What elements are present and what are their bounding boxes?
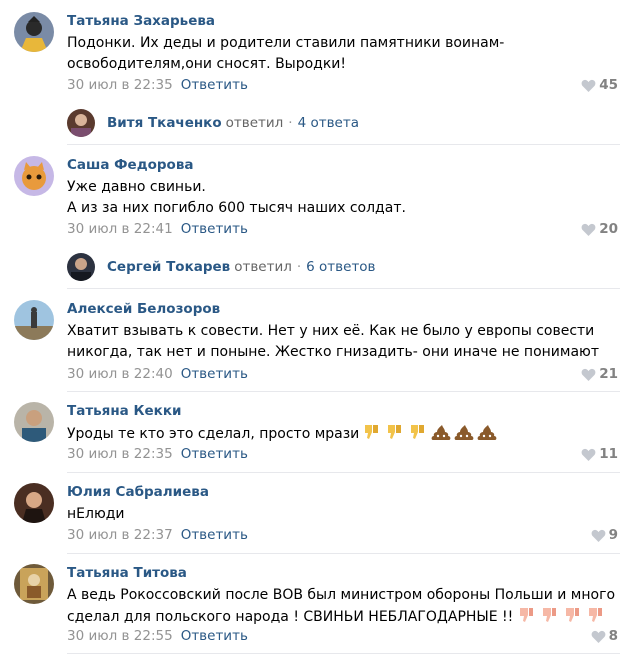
comment-author[interactable]: Татьяна Захарьева [67,13,215,29]
like-button[interactable]: 21 [581,366,618,382]
comment-date[interactable]: 30 июл в 22:41 [67,221,173,237]
avatar[interactable] [14,300,54,340]
thread-separator: · [288,115,293,131]
like-button[interactable]: 8 [591,628,618,644]
thread-author[interactable]: Витя Ткаченко [107,115,222,131]
comment-text-line: Уже давно свиньи. [67,179,206,195]
comment-date[interactable]: 30 июл в 22:37 [67,527,173,543]
comment-text-line: сделал для польского народа ! СВИНЬИ НЕБ… [67,606,607,628]
comment-text-line: Хватит взывать к совести. Нет у них её. … [67,323,595,339]
comment-date[interactable]: 30 июл в 22:35 [67,77,173,93]
comment-text-line: А из за них погибло 600 тысяч наших солд… [67,200,406,216]
comment-text-line: нЕлюди [67,506,125,522]
reply-button[interactable]: Ответить [181,77,248,93]
comment-text-line: Подонки. Их деды и родители ставили памя… [67,35,505,51]
thread-author[interactable]: Сергей Токарев [107,259,230,275]
like-count: 9 [608,527,618,543]
comment-date[interactable]: 30 июл в 22:35 [67,446,173,462]
avatar[interactable] [14,564,54,604]
avatar[interactable] [14,483,54,523]
comment-text-line: Уроды те кто это сделал, просто мрази [67,423,607,445]
reply-button[interactable]: Ответить [181,221,248,237]
like-button[interactable]: 9 [591,527,618,543]
avatar[interactable] [67,253,95,281]
like-button[interactable]: 11 [581,446,618,462]
heart-icon [581,223,596,236]
thumbs-down-emoji [385,423,405,441]
comment-text-line: никогда, так нет и поныне. Жестко гнизад… [67,344,599,360]
comment-meta: 30 июл в 22:37 Ответить [67,527,248,543]
divider [67,288,620,289]
reply-thread[interactable]: Сергей Токарев ответил · 6 ответов [67,252,376,282]
thumbs-down-emoji [562,606,582,624]
thumbs-down-emoji [516,606,536,624]
comment-meta: 30 июл в 22:35 Ответить [67,446,248,462]
like-count: 45 [599,77,618,93]
comment-text: Уроды те кто это сделал, просто мрази [67,426,360,442]
like-count: 11 [599,446,618,462]
heart-icon [591,630,605,643]
reply-thread[interactable]: Витя Ткаченко ответил · 4 ответа [67,108,359,138]
comment-text-line: освободителям,они сносят. Выродки! [67,56,347,72]
reply-button[interactable]: Ответить [181,527,248,543]
comment-date[interactable]: 30 июл в 22:40 [67,366,173,382]
thread-reply-count[interactable]: 6 ответов [306,259,375,275]
thread-replied-label: ответил [225,115,284,131]
heart-icon [581,79,596,92]
poop-emoji [477,423,497,441]
comment-date[interactable]: 30 июл в 22:55 [67,628,173,644]
comment-author[interactable]: Юлия Сабралиева [67,484,209,500]
poop-emoji [431,423,451,441]
heart-icon [581,368,596,381]
divider [67,144,620,145]
like-count: 8 [608,628,618,644]
avatar[interactable] [67,109,95,137]
comment-text-line: А ведь Рокоссовский после ВОВ был минист… [67,587,616,603]
avatar[interactable] [14,12,54,52]
comment-meta: 30 июл в 22:55 Ответить [67,628,248,644]
thumbs-down-emoji [408,423,428,441]
thread-replied-label: ответил [234,259,292,275]
thumbs-down-emoji [539,606,559,624]
comment-author[interactable]: Саша Федорова [67,157,193,173]
heart-icon [591,529,605,542]
thumbs-down-emoji [362,423,382,441]
thread-reply-count[interactable]: 4 ответа [298,115,359,131]
like-button[interactable]: 45 [581,77,618,93]
comment-meta: 30 июл в 22:40 Ответить [67,366,248,382]
reply-button[interactable]: Ответить [181,446,248,462]
comment-meta: 30 июл в 22:41 Ответить [67,221,248,237]
like-count: 20 [599,221,618,237]
avatar[interactable] [14,402,54,442]
comment-author[interactable]: Татьяна Титова [67,565,187,581]
reply-button[interactable]: Ответить [181,366,248,382]
thumbs-down-emoji [585,606,605,624]
divider [67,653,620,654]
comment-text: сделал для польского народа ! СВИНЬИ НЕБ… [67,609,514,625]
comment-author[interactable]: Татьяна Кекки [67,403,181,419]
divider [67,553,620,554]
comment-meta: 30 июл в 22:35 Ответить [67,77,248,93]
heart-icon [581,448,596,461]
like-button[interactable]: 20 [581,221,618,237]
reply-button[interactable]: Ответить [181,628,248,644]
divider [67,391,620,392]
comment-author[interactable]: Алексей Белозоров [67,301,220,317]
poop-emoji [454,423,474,441]
like-count: 21 [599,366,618,382]
thread-separator: · [296,259,302,275]
divider [67,472,620,473]
avatar[interactable] [14,156,54,196]
